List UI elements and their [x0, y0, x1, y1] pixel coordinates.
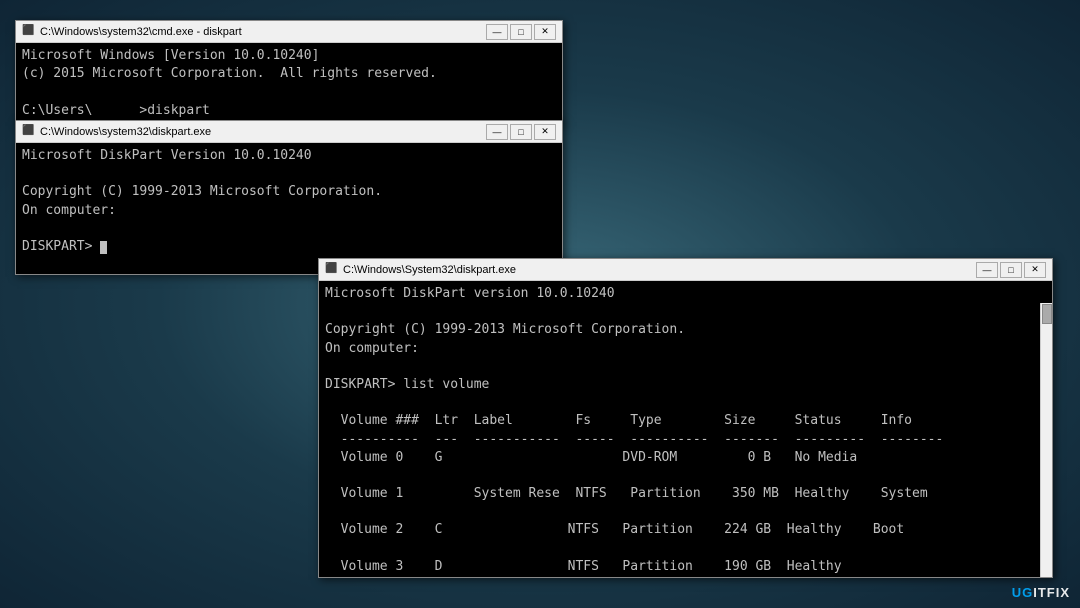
watermark-suffix: ITFIX [1033, 585, 1070, 600]
command-line: DISKPART> list volume [325, 377, 489, 392]
cmd-title: C:\Windows\system32\cmd.exe - diskpart [40, 26, 242, 38]
copyright-line: Copyright (C) 1999-2013 Microsoft Corpor… [325, 322, 685, 337]
close-button-3[interactable]: ✕ [1024, 262, 1046, 278]
diskpart-large-window: ⬛ C:\Windows\System32\diskpart.exe — □ ✕… [318, 258, 1053, 578]
maximize-button-2[interactable]: □ [510, 124, 532, 140]
titlebar-left: ⬛ C:\Windows\system32\cmd.exe - diskpart [22, 25, 242, 39]
cmd-content: Microsoft Windows [Version 10.0.10240] (… [22, 47, 556, 120]
watermark: UGITFIX [1012, 585, 1070, 600]
diskpart-large-titlebar[interactable]: ⬛ C:\Windows\System32\diskpart.exe — □ ✕ [319, 259, 1052, 281]
close-button-2[interactable]: ✕ [534, 124, 556, 140]
computer-line: On computer: [325, 341, 419, 356]
close-button[interactable]: ✕ [534, 24, 556, 40]
titlebar-left-2: ⬛ C:\Windows\system32\diskpart.exe [22, 125, 211, 139]
version-line: Microsoft DiskPart version 10.0.10240 [325, 286, 615, 301]
titlebar-buttons-3: — □ ✕ [976, 262, 1046, 278]
cmd-window: ⬛ C:\Windows\system32\cmd.exe - diskpart… [15, 20, 563, 124]
diskpart-small-icon: ⬛ [22, 125, 36, 139]
diskpart-small-title: C:\Windows\system32\diskpart.exe [40, 126, 211, 138]
volume-3-row: Volume 3 D NTFS Partition 190 GB Healthy [325, 558, 1038, 576]
cmd-terminal-body: Microsoft Windows [Version 10.0.10240] (… [16, 43, 562, 123]
cmd-titlebar[interactable]: ⬛ C:\Windows\system32\cmd.exe - diskpart… [16, 21, 562, 43]
scrollbar-thumb[interactable] [1042, 304, 1052, 324]
maximize-button[interactable]: □ [510, 24, 532, 40]
diskpart-large-body: Microsoft DiskPart version 10.0.10240 Co… [319, 281, 1052, 577]
diskpart-large-title: C:\Windows\System32\diskpart.exe [343, 264, 516, 276]
titlebar-left-3: ⬛ C:\Windows\System32\diskpart.exe [325, 263, 516, 277]
cmd-icon: ⬛ [22, 25, 36, 39]
diskpart-small-titlebar[interactable]: ⬛ C:\Windows\system32\diskpart.exe — □ ✕ [16, 121, 562, 143]
minimize-button[interactable]: — [486, 24, 508, 40]
diskpart-small-body: Microsoft DiskPart Version 10.0.10240 Co… [16, 143, 562, 274]
volume-2-row: Volume 2 C NTFS Partition 224 GB Healthy… [325, 521, 1038, 539]
volume-1-row: Volume 1 System Rese NTFS Partition 350 … [325, 485, 1038, 503]
table-separator: ---------- --- ----------- ----- -------… [325, 432, 943, 447]
diskpart-small-window: ⬛ C:\Windows\system32\diskpart.exe — □ ✕… [15, 120, 563, 275]
diskpart-small-content: Microsoft DiskPart Version 10.0.10240 Co… [22, 147, 556, 256]
titlebar-buttons-2: — □ ✕ [486, 124, 556, 140]
diskpart-large-content: Microsoft DiskPart version 10.0.10240 Co… [325, 285, 1038, 577]
titlebar-buttons: — □ ✕ [486, 24, 556, 40]
minimize-button-3[interactable]: — [976, 262, 998, 278]
watermark-ug: UG [1012, 585, 1034, 600]
table-header: Volume ### Ltr Label Fs Type Size Status… [325, 413, 912, 428]
cursor [100, 241, 107, 254]
diskpart-large-container: Microsoft DiskPart version 10.0.10240 Co… [319, 281, 1052, 577]
scrollbar[interactable] [1040, 303, 1052, 577]
maximize-button-3[interactable]: □ [1000, 262, 1022, 278]
volume-0-row: Volume 0 G DVD-ROM 0 B No Media [325, 449, 1038, 467]
diskpart-large-icon: ⬛ [325, 263, 339, 277]
minimize-button-2[interactable]: — [486, 124, 508, 140]
